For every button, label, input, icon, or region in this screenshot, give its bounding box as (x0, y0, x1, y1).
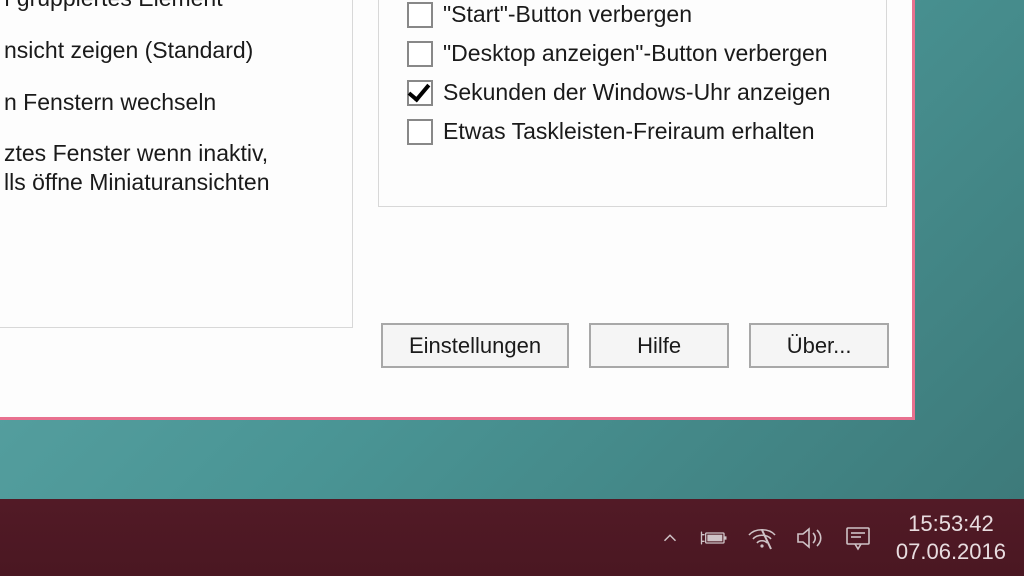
system-tray: 15:53:42 07.06.2016 (650, 499, 1024, 576)
checkbox-label: Etwas Taskleisten-Freiraum erhalten (443, 118, 815, 145)
misc-groupbox: Sonstiges "Start"-Button verbergen "Desk… (378, 0, 887, 207)
checkbox-label: "Start"-Button verbergen (443, 1, 692, 28)
checkbox-icon (407, 2, 433, 28)
tray-chevron-icon[interactable] (650, 499, 690, 576)
checkbox-icon (407, 41, 433, 67)
checkbox-label: "Desktop anzeigen"-Button verbergen (443, 40, 828, 67)
settings-dialog: f gruppiertes Element nsicht zeigen (Sta… (0, 0, 915, 420)
volume-icon[interactable] (786, 499, 834, 576)
taskbar-clock[interactable]: 15:53:42 07.06.2016 (882, 499, 1024, 576)
left-option-text: ztes Fenster wenn inaktiv, lls öffne Min… (4, 139, 344, 197)
checkbox-taskbar-space[interactable]: Etwas Taskleisten-Freiraum erhalten (407, 118, 830, 145)
left-option-text: f gruppiertes Element (4, 0, 344, 13)
left-option-text: nsicht zeigen (Standard) (4, 36, 344, 65)
left-option-line: lls öffne Miniaturansichten (4, 168, 344, 197)
left-option-line: ztes Fenster wenn inaktiv, (4, 139, 344, 168)
checkbox-hide-desktop[interactable]: "Desktop anzeigen"-Button verbergen (407, 40, 830, 67)
clock-date: 07.06.2016 (896, 538, 1006, 566)
clock-time: 15:53:42 (908, 510, 994, 538)
action-center-icon[interactable] (834, 499, 882, 576)
checkbox-hide-start[interactable]: "Start"-Button verbergen (407, 1, 830, 28)
about-button[interactable]: Über... (749, 323, 889, 368)
checkbox-icon (407, 80, 433, 106)
wifi-icon[interactable] (738, 499, 786, 576)
left-option-text: n Fenstern wechseln (4, 88, 344, 117)
left-options-panel: f gruppiertes Element nsicht zeigen (Sta… (0, 0, 353, 328)
taskbar: 15:53:42 07.06.2016 (0, 499, 1024, 576)
checkbox-icon (407, 119, 433, 145)
checkbox-show-seconds[interactable]: Sekunden der Windows-Uhr anzeigen (407, 79, 830, 106)
settings-button[interactable]: Einstellungen (381, 323, 569, 368)
checkbox-label: Sekunden der Windows-Uhr anzeigen (443, 79, 830, 106)
power-icon[interactable] (690, 499, 738, 576)
help-button[interactable]: Hilfe (589, 323, 729, 368)
